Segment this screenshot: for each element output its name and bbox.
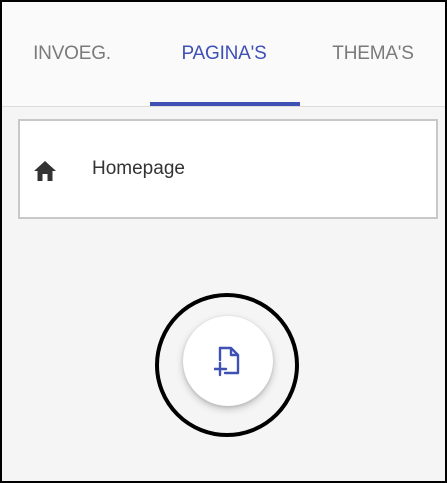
tab-bar: INVOEG. PAGINA'S THEMA'S [2,2,445,107]
home-icon [34,161,56,181]
tab-paginas[interactable]: PAGINA'S [162,2,286,106]
add-page-icon [214,345,242,377]
tab-invoeg[interactable]: INVOEG. [16,2,128,106]
add-page-button[interactable] [183,316,273,406]
page-item-label: Homepage [92,158,185,179]
page-item-homepage[interactable]: Homepage [18,119,438,219]
tab-themas[interactable]: THEMA'S [310,2,436,106]
active-tab-indicator [150,102,300,106]
app-frame: INVOEG. PAGINA'S THEMA'S Homepage [0,0,447,483]
